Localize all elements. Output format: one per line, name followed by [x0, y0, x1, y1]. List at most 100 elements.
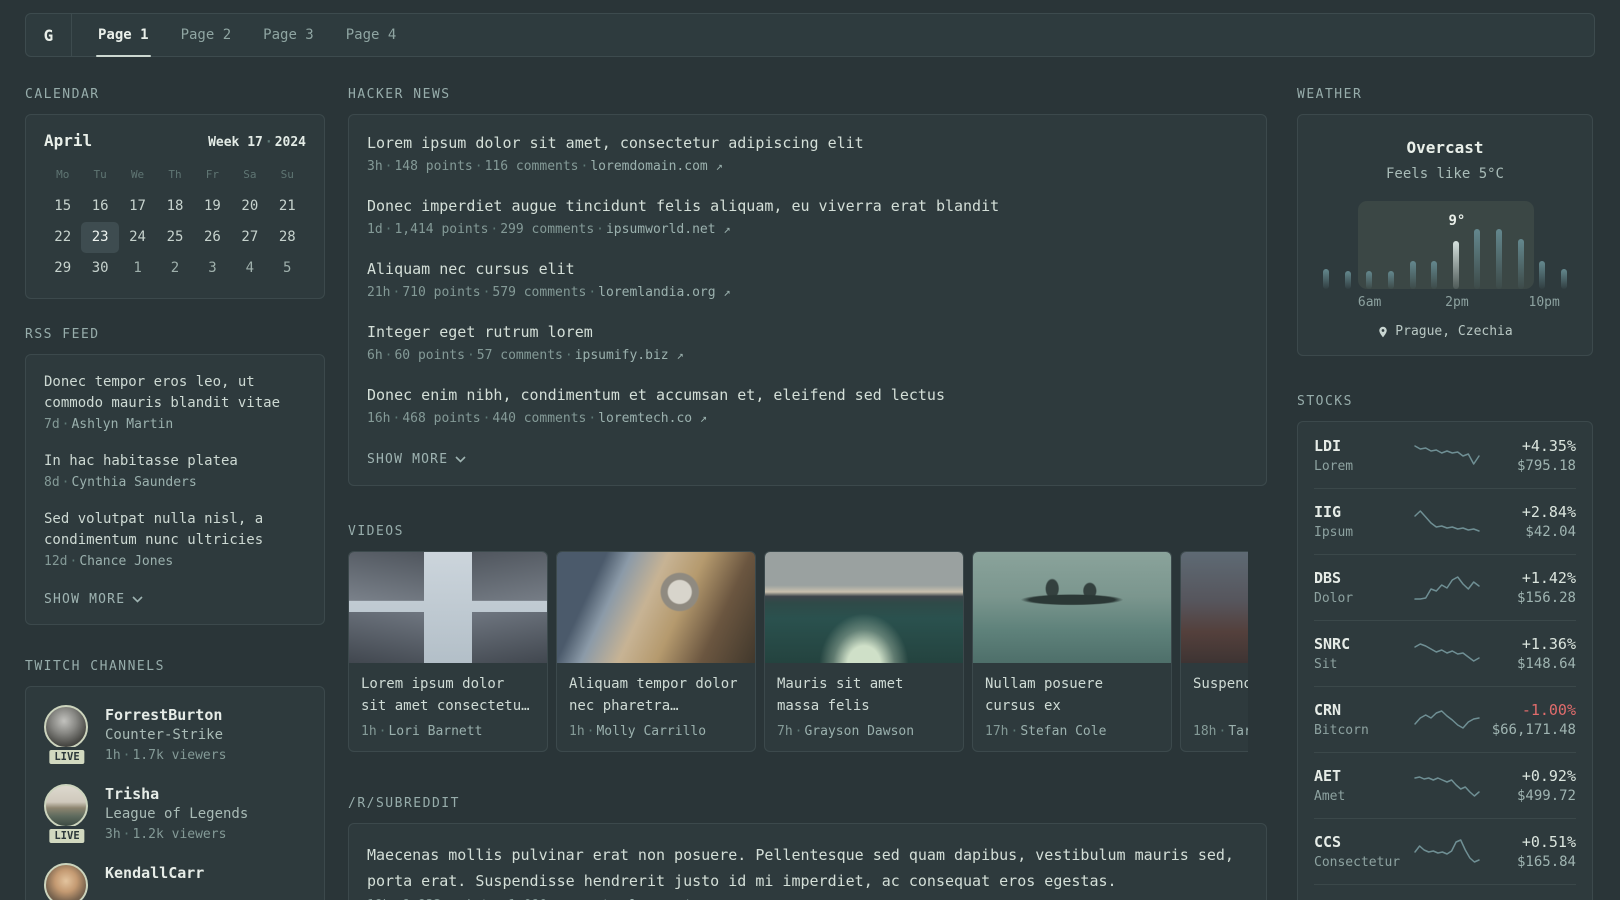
- calendar-day[interactable]: 15: [44, 191, 81, 222]
- weather-location[interactable]: Prague, Czechia: [1318, 324, 1572, 339]
- video-title[interactable]: Mauris sit amet massa felis: [777, 673, 951, 717]
- rss-item-author[interactable]: Chance Jones: [79, 554, 173, 569]
- twitch-avatar-wrap: LIVE: [44, 784, 90, 846]
- twitch-channel[interactable]: LIVE ForrestBurton Counter-Strike 1h · 1.7…: [44, 705, 306, 767]
- calendar-day[interactable]: 19: [194, 191, 231, 222]
- rss-show-more-button[interactable]: SHOW MORE: [44, 592, 143, 607]
- stock-row[interactable]: AHS +0.46%: [1314, 884, 1576, 900]
- hn-domain-link[interactable]: loremlandia.org ↗: [598, 285, 730, 300]
- video-title[interactable]: Nullam posuere cursus ex: [985, 673, 1159, 717]
- weather-feels-like: Feels like 5°C: [1385, 166, 1504, 182]
- calendar-day[interactable]: 30: [81, 253, 118, 284]
- tab-page-3[interactable]: Page 3: [247, 14, 330, 56]
- video-thumbnail[interactable]: [765, 552, 963, 663]
- twitch-channel-name[interactable]: ForrestBurton: [105, 705, 226, 725]
- hn-item-title[interactable]: Donec enim nibh, condimentum et accumsan…: [367, 385, 1248, 406]
- hn-show-more-button[interactable]: SHOW MORE: [367, 452, 466, 467]
- hn-comments[interactable]: 440 comments: [492, 411, 586, 426]
- video-card[interactable]: Suspendisse diam 18h·Tara: [1180, 551, 1248, 752]
- calendar-day[interactable]: 27: [231, 222, 268, 253]
- video-author[interactable]: Stefan Cole: [1020, 724, 1106, 739]
- hn-item-title[interactable]: Lorem ipsum dolor sit amet, consectetur …: [367, 133, 1248, 154]
- hn-item-title[interactable]: Aliquam nec cursus elit: [367, 259, 1248, 280]
- tab-page-4[interactable]: Page 4: [330, 14, 413, 56]
- calendar-day[interactable]: 1: [119, 253, 156, 284]
- weather-widget: Overcast Feels like 5°C 9° 6am 2pm 10pm Pr…: [1297, 114, 1593, 356]
- rss-item-title[interactable]: Donec tempor eros leo, ut commodo mauris…: [44, 372, 306, 414]
- stock-row[interactable]: LDI Lorem +4.35% $795.18: [1314, 422, 1576, 488]
- hn-comments[interactable]: 299 comments: [500, 222, 594, 237]
- calendar-day[interactable]: 29: [44, 253, 81, 284]
- navbar: G Page 1 Page 2 Page 3 Page 4: [25, 13, 1595, 57]
- hn-comments[interactable]: 116 comments: [485, 159, 579, 174]
- twitch-channel[interactable]: LIVE Trisha League of Legends 3h · 1.2k vi…: [44, 784, 306, 846]
- calendar-day[interactable]: 22: [44, 222, 81, 253]
- stock-row[interactable]: SNRC Sit +1.36% $148.64: [1314, 620, 1576, 686]
- video-title[interactable]: Lorem ipsum dolor sit amet consectetu…: [361, 673, 535, 717]
- weather-bar: [1366, 271, 1373, 289]
- calendar-day[interactable]: 23: [81, 222, 119, 253]
- subreddit-section-title: /R/SUBREDDIT: [348, 796, 460, 811]
- hn-item-title[interactable]: Donec imperdiet augue tincidunt felis al…: [367, 196, 1248, 217]
- rss-item-title[interactable]: Sed volutpat nulla nisl, a condimentum n…: [44, 509, 306, 551]
- calendar-day[interactable]: 18: [156, 191, 193, 222]
- weather-current-temp: 9°: [1448, 213, 1466, 229]
- calendar-day[interactable]: 21: [269, 191, 306, 222]
- calendar-day[interactable]: 25: [156, 222, 193, 253]
- video-card[interactable]: Mauris sit amet massa felis 7h · Grayson D…: [764, 551, 964, 752]
- stock-row[interactable]: AET Amet +0.92% $499.72: [1314, 752, 1576, 818]
- calendar-grid: Mo Tu We Th Fr Sa Su 15 16 17 18 19 20 21 22 23 24 25 26 27…: [44, 164, 306, 284]
- stock-symbol: CCS: [1314, 833, 1342, 851]
- video-author[interactable]: Molly Carrillo: [596, 724, 706, 739]
- weather-axis-label: 6am: [1357, 295, 1382, 310]
- hn-domain-link[interactable]: loremdomain.com ↗: [590, 159, 722, 174]
- app-logo[interactable]: G: [26, 14, 72, 56]
- video-card[interactable]: Aliquam tempor dolor nec pharetra… 1h · Mo…: [556, 551, 756, 752]
- subreddit-post-title[interactable]: Maecenas mollis pulvinar erat non posuer…: [367, 842, 1248, 894]
- calendar-day[interactable]: 28: [269, 222, 306, 253]
- hn-item: Donec enim nibh, condimentum et accumsan…: [367, 385, 1248, 429]
- hn-item-title[interactable]: Integer eget rutrum lorem: [367, 322, 1248, 343]
- video-title[interactable]: Aliquam tempor dolor nec pharetra…: [569, 673, 743, 717]
- tab-page-1[interactable]: Page 1: [82, 14, 165, 57]
- hn-domain-link[interactable]: loremtech.co ↗: [598, 411, 707, 426]
- video-title[interactable]: Suspendisse diam: [1193, 673, 1248, 717]
- calendar-day[interactable]: 4: [231, 253, 268, 284]
- rss-item-title[interactable]: In hac habitasse platea: [44, 451, 306, 472]
- twitch-channel-name[interactable]: KendallCarr: [105, 863, 204, 883]
- calendar-day[interactable]: 5: [269, 253, 306, 284]
- video-card[interactable]: Lorem ipsum dolor sit amet consectetu… 1…: [348, 551, 548, 752]
- external-link-icon: ↗: [723, 222, 731, 236]
- video-thumbnail[interactable]: [973, 552, 1171, 663]
- stock-row[interactable]: CCS Consectetur +0.51% $165.84: [1314, 818, 1576, 884]
- stock-row[interactable]: CRN Bitcorn -1.00% $66,171.48: [1314, 686, 1576, 752]
- hn-domain-link[interactable]: ipsumify.biz ↗: [575, 348, 684, 363]
- weather-bar: [1560, 269, 1567, 289]
- hn-comments[interactable]: 57 comments: [477, 348, 563, 363]
- video-author[interactable]: Lori Barnett: [388, 724, 482, 739]
- video-card[interactable]: Nullam posuere cursus ex 17h · Stefan Cole: [972, 551, 1172, 752]
- video-thumbnail[interactable]: [349, 552, 547, 663]
- twitch-channel[interactable]: KendallCarr: [44, 863, 306, 900]
- twitch-channel-name[interactable]: Trisha: [105, 784, 248, 804]
- calendar-day[interactable]: 20: [231, 191, 268, 222]
- rss-item-author[interactable]: Cynthia Saunders: [71, 475, 196, 490]
- calendar-day[interactable]: 3: [194, 253, 231, 284]
- calendar-day[interactable]: 26: [194, 222, 231, 253]
- hn-domain-link[interactable]: ipsumworld.net ↗: [606, 222, 731, 237]
- hn-comments[interactable]: 579 comments: [492, 285, 586, 300]
- calendar-day[interactable]: 24: [119, 222, 156, 253]
- tab-page-2[interactable]: Page 2: [165, 14, 248, 56]
- rss-item-author[interactable]: Ashlyn Martin: [71, 417, 173, 432]
- stock-row[interactable]: IIG Ipsum +2.84% $42.04: [1314, 488, 1576, 554]
- calendar-day[interactable]: 2: [156, 253, 193, 284]
- stock-row[interactable]: DBS Dolor +1.42% $156.28: [1314, 554, 1576, 620]
- calendar-day[interactable]: 16: [81, 191, 118, 222]
- video-author[interactable]: Tara: [1228, 724, 1248, 739]
- video-thumbnail[interactable]: [1181, 552, 1248, 663]
- weather-bar: [1474, 229, 1481, 289]
- calendar-day[interactable]: 17: [119, 191, 156, 222]
- rss-section-title: RSS FEED: [25, 327, 100, 342]
- video-author[interactable]: Grayson Dawson: [804, 724, 914, 739]
- video-thumbnail[interactable]: [557, 552, 755, 663]
